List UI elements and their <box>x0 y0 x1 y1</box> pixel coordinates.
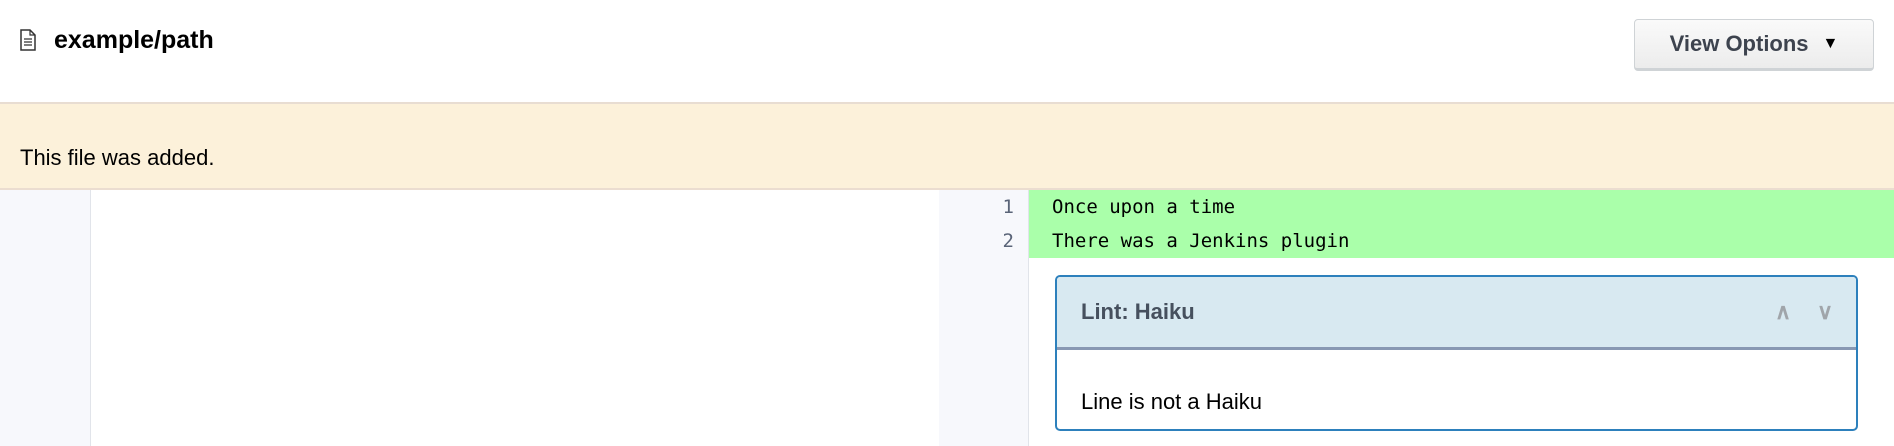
lint-message-box: Lint: Haiku ∧ ∨ Line is not a Haiku <box>1055 275 1858 431</box>
view-options-button[interactable]: View Options ▼ <box>1634 19 1874 71</box>
chevron-down-icon[interactable]: ∨ <box>1817 299 1833 325</box>
banner-message: This file was added. <box>20 145 215 170</box>
view-options-label: View Options <box>1669 31 1809 56</box>
added-line: Once upon a time <box>1029 190 1894 224</box>
file-header: example/path View Options ▼ <box>0 0 1894 104</box>
lint-header: Lint: Haiku ∧ ∨ <box>1057 277 1856 350</box>
file-icon <box>20 29 36 51</box>
line-number[interactable]: 1 <box>939 190 1014 224</box>
line-text: Once upon a time <box>1052 196 1236 218</box>
file-added-banner: This file was added. <box>0 104 1894 190</box>
left-line-gutter <box>0 190 91 446</box>
added-line: There was a Jenkins plugin <box>1029 224 1894 258</box>
left-code-pane <box>91 190 939 446</box>
line-number[interactable]: 2 <box>939 224 1014 258</box>
lint-message: Line is not a Haiku <box>1081 389 1262 414</box>
caret-down-icon: ▼ <box>1822 35 1839 52</box>
line-text: There was a Jenkins plugin <box>1052 230 1350 252</box>
chevron-up-icon[interactable]: ∧ <box>1775 299 1791 325</box>
lint-title: Lint: Haiku <box>1081 299 1195 324</box>
file-path-title: example/path <box>54 26 214 54</box>
